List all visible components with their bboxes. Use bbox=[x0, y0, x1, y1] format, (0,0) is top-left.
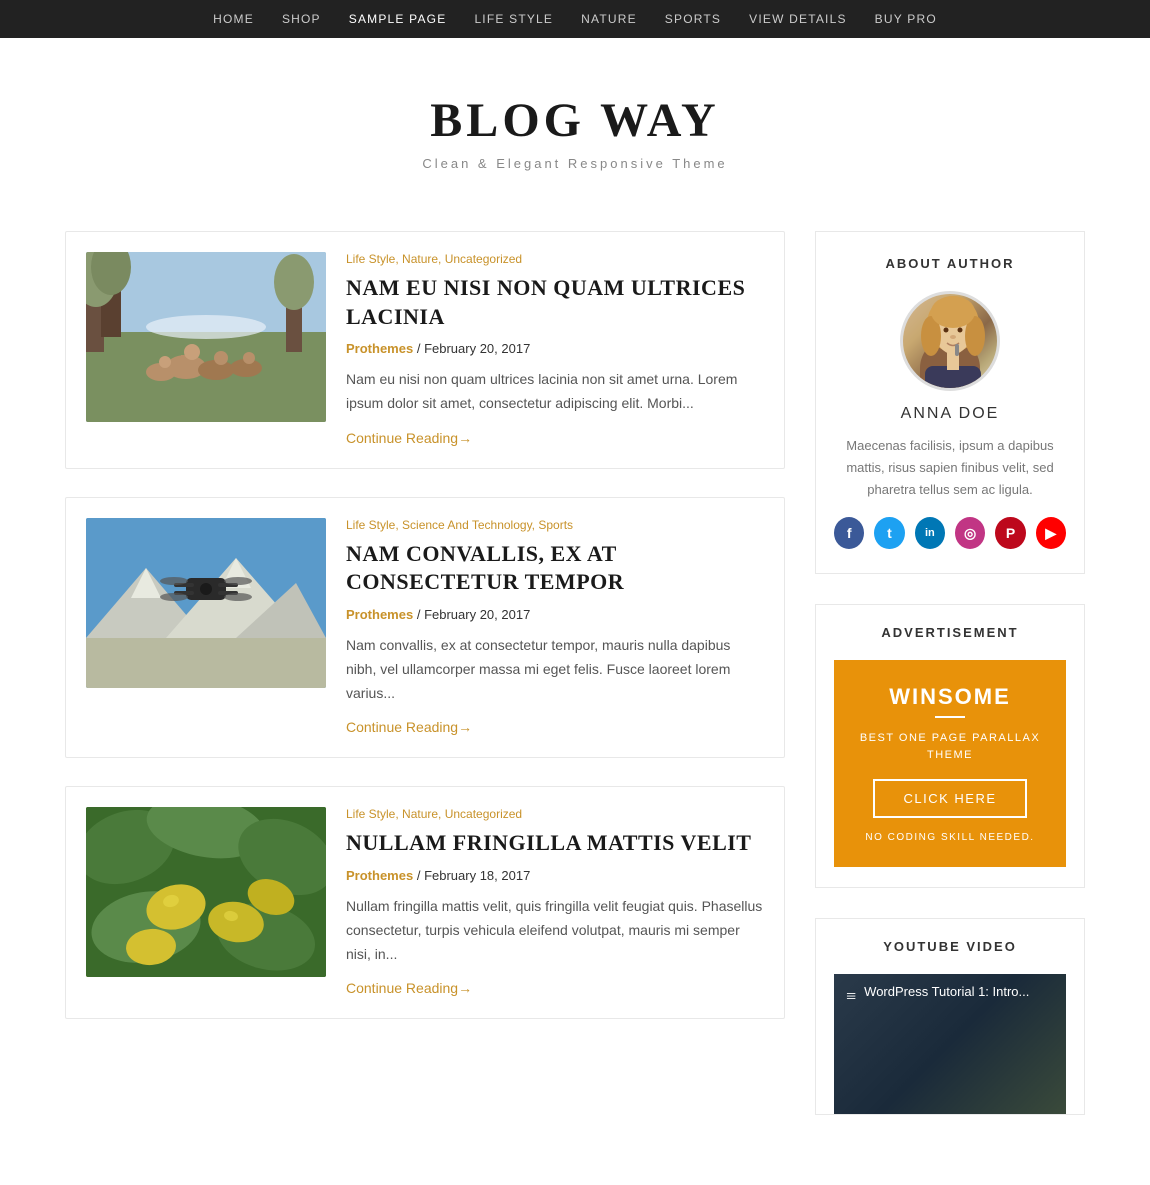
article-card: Life Style, Nature, Uncategorized NAM EU… bbox=[65, 231, 785, 469]
pinterest-icon[interactable]: P bbox=[995, 517, 1025, 549]
youtube-widget: YOUTUBE VIDEO ≡ WordPress Tutorial 1: In… bbox=[815, 918, 1085, 1115]
read-more-link[interactable]: Continue Reading→ bbox=[346, 719, 472, 735]
ad-no-code-text: NO CODING SKILL NEEDED. bbox=[850, 832, 1050, 843]
article-date-separator: / bbox=[417, 341, 424, 356]
article-thumbnail bbox=[86, 518, 326, 688]
ad-box: WINSOME BEST ONE PAGE PARALLAX THEME CLI… bbox=[834, 660, 1066, 867]
article-title: NAM CONVALLIS, EX AT CONSECTETUR TEMPOR bbox=[346, 540, 764, 597]
twitter-icon[interactable]: t bbox=[874, 517, 904, 549]
nav-nature[interactable]: NATURE bbox=[581, 12, 637, 26]
about-author-title: ABOUT AUTHOR bbox=[834, 256, 1066, 271]
article-body: Life Style, Nature, Uncategorized NAM EU… bbox=[346, 252, 764, 448]
author-avatar bbox=[900, 291, 1000, 391]
facebook-icon[interactable]: f bbox=[834, 517, 864, 549]
article-categories: Life Style, Nature, Uncategorized bbox=[346, 807, 764, 821]
article-card: Life Style, Nature, Uncategorized NULLAM… bbox=[65, 786, 785, 1019]
article-title: NAM EU NISI NON QUAM ULTRICES LACINIA bbox=[346, 274, 764, 331]
article-excerpt: Nam eu nisi non quam ultrices lacinia no… bbox=[346, 368, 764, 416]
yt-video-title: WordPress Tutorial 1: Intro... bbox=[864, 984, 1029, 999]
article-author: Prothemes bbox=[346, 341, 413, 356]
nav-shop[interactable]: SHOP bbox=[282, 12, 321, 26]
article-date-separator: / bbox=[417, 607, 424, 622]
nav-view-details[interactable]: VIEW DETAILS bbox=[749, 12, 847, 26]
nav-sports[interactable]: SPORTS bbox=[665, 12, 721, 26]
ad-click-here-button[interactable]: CLICK HERE bbox=[873, 779, 1026, 818]
yt-menu-icon: ≡ bbox=[846, 986, 856, 1007]
linkedin-icon[interactable]: in bbox=[915, 517, 945, 549]
author-name: ANNA DOE bbox=[834, 405, 1066, 423]
article-author: Prothemes bbox=[346, 868, 413, 883]
article-card: Life Style, Science And Technology, Spor… bbox=[65, 497, 785, 759]
social-icons-group: f t in ◎ P ▶ bbox=[834, 517, 1066, 549]
nav-sample-page[interactable]: SAMPLE PAGE bbox=[349, 12, 447, 26]
nav-lifestyle[interactable]: LIFE STYLE bbox=[474, 12, 553, 26]
article-author: Prothemes bbox=[346, 607, 413, 622]
nav-home[interactable]: HOME bbox=[213, 12, 254, 26]
main-nav: HOME SHOP SAMPLE PAGE LIFE STYLE NATURE … bbox=[0, 0, 1150, 38]
article-excerpt: Nullam fringilla mattis velit, quis frin… bbox=[346, 895, 764, 966]
article-thumbnail bbox=[86, 252, 326, 422]
advertisement-title: ADVERTISEMENT bbox=[834, 625, 1066, 640]
article-date: February 20, 2017 bbox=[424, 341, 530, 356]
read-more-link[interactable]: Continue Reading→ bbox=[346, 430, 472, 446]
article-date-separator: / bbox=[417, 868, 424, 883]
article-meta: Prothemes / February 20, 2017 bbox=[346, 341, 764, 356]
article-date: February 20, 2017 bbox=[424, 607, 530, 622]
site-tagline: Clean & Elegant Responsive Theme bbox=[20, 156, 1130, 171]
instagram-icon[interactable]: ◎ bbox=[955, 517, 985, 549]
nav-buy-pro[interactable]: BUY PRO bbox=[875, 12, 937, 26]
article-categories: Life Style, Nature, Uncategorized bbox=[346, 252, 764, 266]
article-excerpt: Nam convallis, ex at consectetur tempor,… bbox=[346, 634, 764, 705]
ad-brand-name: WINSOME bbox=[850, 684, 1050, 710]
youtube-icon[interactable]: ▶ bbox=[1036, 517, 1066, 549]
article-body: Life Style, Nature, Uncategorized NULLAM… bbox=[346, 807, 764, 998]
sidebar: ABOUT AUTHOR bbox=[815, 231, 1085, 1145]
article-title: NULLAM FRINGILLA MATTIS VELIT bbox=[346, 829, 764, 858]
youtube-thumbnail[interactable]: ≡ WordPress Tutorial 1: Intro... bbox=[834, 974, 1066, 1114]
ad-brand-underline bbox=[935, 716, 965, 718]
ad-description: BEST ONE PAGE PARALLAX THEME bbox=[850, 730, 1050, 763]
read-more-link[interactable]: Continue Reading→ bbox=[346, 980, 472, 996]
youtube-title: YOUTUBE VIDEO bbox=[834, 939, 1066, 954]
site-title: BLOG WAY bbox=[20, 93, 1130, 148]
author-bio: Maecenas facilisis, ipsum a dapibus matt… bbox=[834, 435, 1066, 501]
article-thumbnail bbox=[86, 807, 326, 977]
article-meta: Prothemes / February 20, 2017 bbox=[346, 607, 764, 622]
about-author-widget: ABOUT AUTHOR bbox=[815, 231, 1085, 574]
site-header: BLOG WAY Clean & Elegant Responsive Them… bbox=[0, 38, 1150, 211]
article-categories: Life Style, Science And Technology, Spor… bbox=[346, 518, 764, 532]
content-area: Life Style, Nature, Uncategorized NAM EU… bbox=[65, 231, 785, 1145]
article-meta: Prothemes / February 18, 2017 bbox=[346, 868, 764, 883]
article-date: February 18, 2017 bbox=[424, 868, 530, 883]
main-layout: Life Style, Nature, Uncategorized NAM EU… bbox=[45, 211, 1105, 1185]
article-body: Life Style, Science And Technology, Spor… bbox=[346, 518, 764, 738]
advertisement-widget: ADVERTISEMENT WINSOME BEST ONE PAGE PARA… bbox=[815, 604, 1085, 888]
